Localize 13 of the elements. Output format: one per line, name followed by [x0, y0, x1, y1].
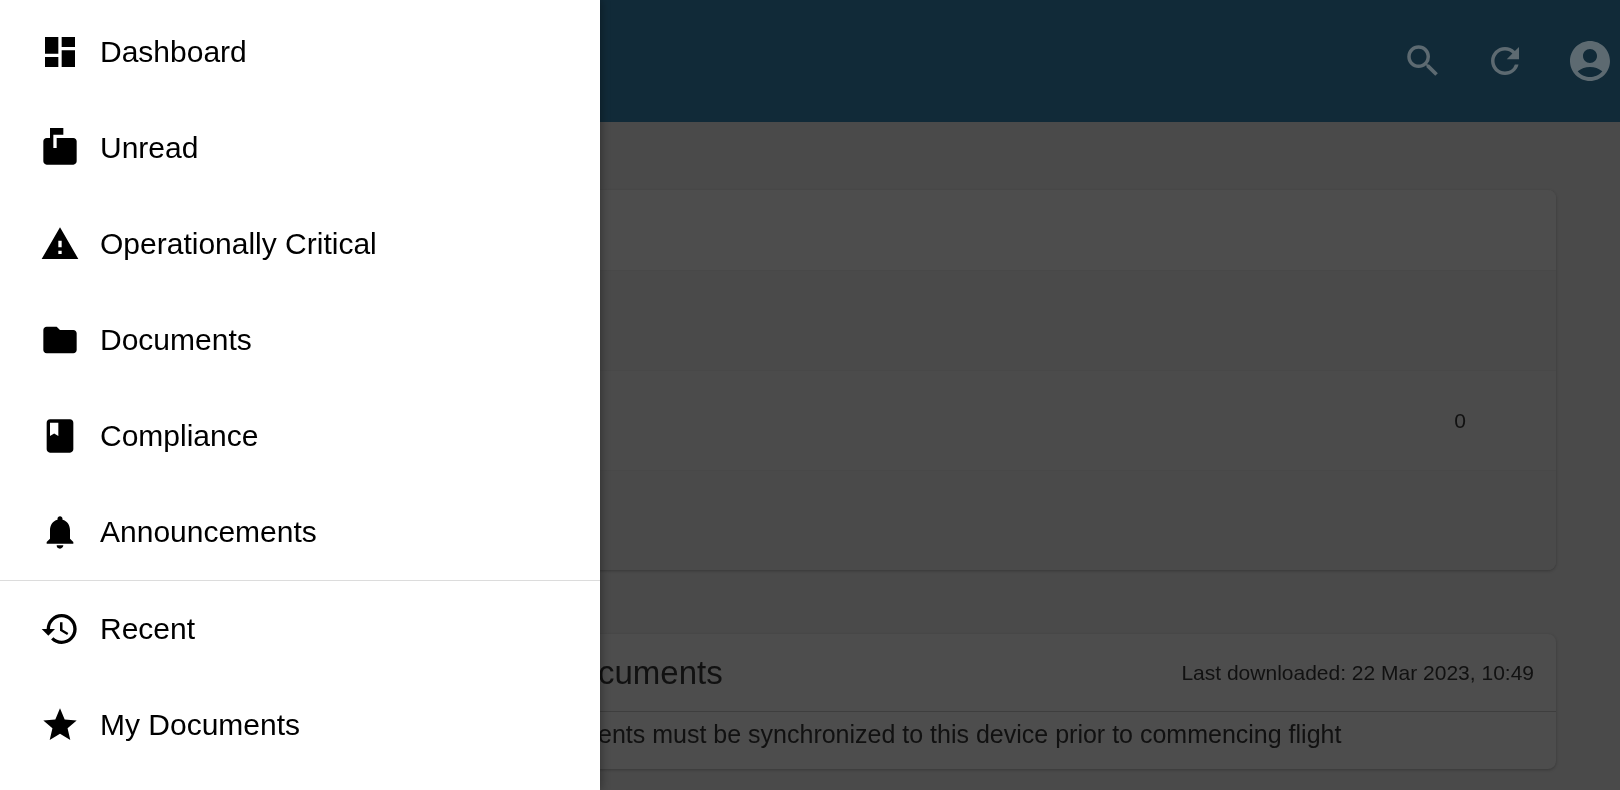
card-title: cuments: [598, 653, 723, 692]
drawer-item[interactable]: Unread: [0, 100, 600, 196]
drawer-item[interactable]: Announcements: [0, 484, 600, 580]
drawer-item[interactable]: Operationally Critical: [0, 196, 600, 292]
count-value: 0: [1454, 408, 1466, 433]
drawer-item[interactable]: Compliance: [0, 388, 600, 484]
drawer-item[interactable]: Recent: [0, 581, 600, 677]
mailbox-icon: [40, 128, 80, 168]
drawer-item[interactable]: Dashboard: [0, 4, 600, 100]
drawer-item[interactable]: Documents: [0, 292, 600, 388]
last-downloaded-text: Last downloaded: 22 Mar 2023, 10:49: [1181, 660, 1534, 685]
sync-message: ents must be synchronized to this device prior to commencing flight: [598, 720, 1342, 748]
drawer-item[interactable]: My Documents: [0, 677, 600, 773]
